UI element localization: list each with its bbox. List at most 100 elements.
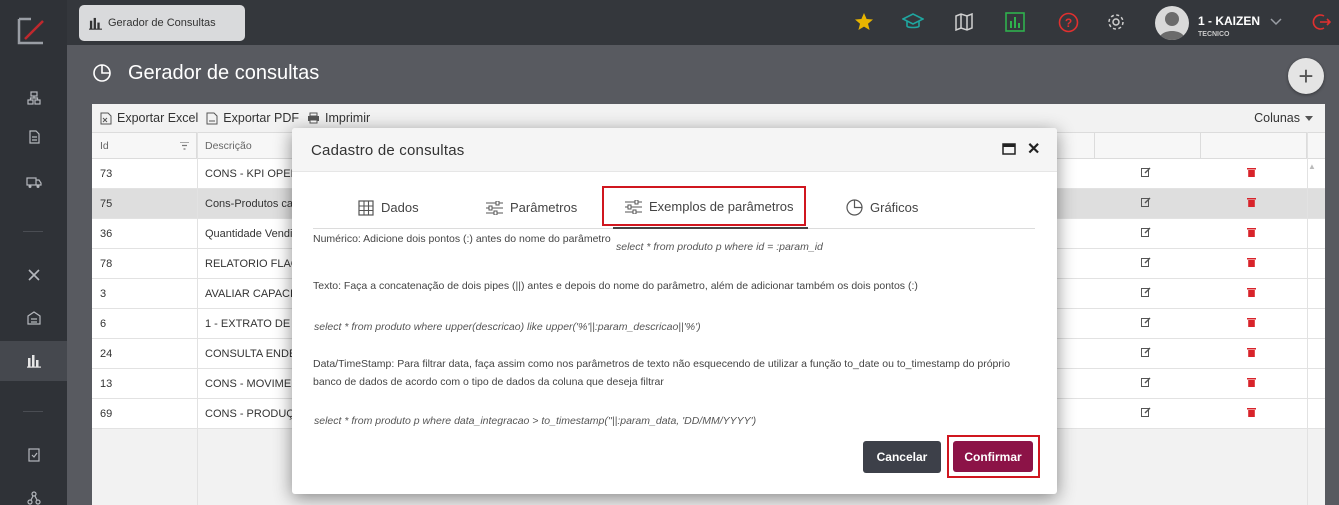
- tab-dados[interactable]: Dados: [358, 186, 419, 229]
- cell-id: 73: [100, 168, 113, 180]
- column-header-id[interactable]: Id: [92, 133, 197, 159]
- sidebar: [0, 0, 67, 505]
- bar-chart-icon: [26, 355, 41, 368]
- top-bar: Gerador de Consultas ? 1 - KAIZEN TECNIC…: [67, 0, 1339, 45]
- logo-icon[interactable]: [15, 15, 47, 47]
- print-button[interactable]: Imprimir: [307, 111, 370, 125]
- confirm-button[interactable]: Confirmar: [953, 441, 1033, 472]
- edit-icon[interactable]: [1141, 257, 1151, 270]
- cell-descricao: CONS - MOVIMENTAÇÃO: [205, 378, 293, 390]
- maximize-icon[interactable]: [1002, 143, 1016, 155]
- sidebar-item-forms[interactable]: [0, 435, 67, 475]
- column-header-label: Id: [100, 140, 109, 152]
- edit-icon[interactable]: [1141, 167, 1151, 180]
- export-pdf-label: Exportar PDF: [223, 111, 299, 125]
- cell-id: 78: [100, 258, 113, 270]
- cell-descricao: AVALIAR CAPACIDADE: [205, 288, 293, 300]
- tab-label: Gerador de Consultas: [108, 17, 216, 29]
- active-tab-highlight: [602, 186, 806, 226]
- column-header-label: Descrição: [205, 140, 252, 152]
- columns-dropdown[interactable]: Colunas: [1254, 111, 1313, 125]
- pdf-icon: [206, 112, 218, 124]
- warehouse-icon: [26, 311, 41, 325]
- trash-icon[interactable]: [1247, 227, 1256, 240]
- caret-down-icon: [1305, 115, 1313, 121]
- cancel-button[interactable]: Cancelar: [863, 441, 941, 473]
- report-icon[interactable]: [1004, 11, 1026, 33]
- tab-parametros[interactable]: Parâmetros: [486, 186, 577, 229]
- edit-icon[interactable]: [1141, 227, 1151, 240]
- export-excel-label: Exportar Excel: [117, 111, 199, 125]
- cell-id: 6: [100, 318, 107, 330]
- cell-id: 75: [100, 198, 113, 210]
- edit-icon[interactable]: [1141, 287, 1151, 300]
- chevron-down-icon[interactable]: [1265, 11, 1287, 33]
- trash-icon[interactable]: [1247, 377, 1256, 390]
- tools-icon: [27, 269, 40, 281]
- cadastro-de-consultas-modal: Cadastro de consultas ✕ Dados Parâmetros…: [292, 128, 1057, 494]
- cell-descricao: Cons-Produtos cadastrados: [205, 198, 293, 210]
- sliders-icon: [486, 200, 503, 215]
- network-icon: [26, 491, 41, 505]
- column-header-edit: [1095, 133, 1201, 159]
- star-icon[interactable]: [853, 11, 875, 33]
- add-button[interactable]: +: [1288, 58, 1324, 94]
- modal-title: Cadastro de consultas: [311, 142, 465, 159]
- modal-header: Cadastro de consultas ✕: [292, 128, 1057, 172]
- column-divider: [1307, 132, 1308, 505]
- trash-icon[interactable]: [1247, 407, 1256, 420]
- export-excel-button[interactable]: Exportar Excel: [100, 111, 198, 125]
- trash-icon[interactable]: [1247, 257, 1256, 270]
- bar-chart-icon: [89, 17, 102, 30]
- numeric-example-code: select * from produto p where id = :para…: [616, 241, 823, 253]
- sidebar-item-logistics[interactable]: [0, 162, 67, 202]
- cell-id: 13: [100, 378, 113, 390]
- trash-icon[interactable]: [1247, 197, 1256, 210]
- trash-icon[interactable]: [1247, 287, 1256, 300]
- map-icon[interactable]: [953, 11, 975, 33]
- tab-graficos[interactable]: Gráficos: [846, 186, 918, 229]
- trash-icon[interactable]: [1247, 317, 1256, 330]
- document-icon: [28, 130, 40, 144]
- cell-descricao: CONSULTA ENDEREÇOS: [205, 348, 293, 360]
- form-icon: [27, 448, 40, 462]
- sidebar-item-tools[interactable]: [0, 255, 67, 295]
- page-title: Gerador de consultas: [128, 62, 320, 84]
- text-example-text: Texto: Faça a concatenação de dois pipes…: [313, 280, 918, 292]
- sidebar-item-structure[interactable]: [0, 78, 67, 118]
- edit-icon[interactable]: [1141, 197, 1151, 210]
- close-icon[interactable]: ✕: [1027, 139, 1040, 159]
- edit-icon[interactable]: [1141, 407, 1151, 420]
- graduation-cap-icon[interactable]: [902, 11, 924, 33]
- cell-descricao: 1 - EXTRATO DE ESTOQUE: [205, 318, 293, 330]
- printer-icon: [308, 112, 319, 124]
- excel-icon: [100, 112, 112, 124]
- filter-icon[interactable]: [180, 142, 189, 150]
- date-example-text: Data/TimeStamp: Para filtrar data, faça …: [313, 358, 1011, 388]
- hierarchy-icon: [26, 91, 41, 105]
- sidebar-item-warehouse[interactable]: [0, 298, 67, 338]
- user-name[interactable]: 1 - KAIZEN: [1198, 14, 1260, 28]
- svg-text:?: ?: [1064, 16, 1071, 30]
- avatar[interactable]: [1155, 6, 1189, 40]
- edit-icon[interactable]: [1141, 317, 1151, 330]
- cell-descricao: Quantidade Vendida: [205, 228, 293, 240]
- cell-descricao: RELATORIO FLAGS: [205, 258, 293, 270]
- logout-icon[interactable]: [1310, 11, 1332, 33]
- trash-icon[interactable]: [1247, 167, 1256, 180]
- scroll-up-icon[interactable]: ▲: [1308, 162, 1316, 171]
- help-icon[interactable]: ?: [1057, 11, 1079, 33]
- sidebar-item-reports[interactable]: [0, 341, 67, 381]
- gear-icon[interactable]: [1105, 11, 1127, 33]
- export-pdf-button[interactable]: Exportar PDF: [206, 111, 299, 125]
- truck-icon: [25, 177, 42, 188]
- sidebar-item-network[interactable]: [0, 478, 67, 505]
- edit-icon[interactable]: [1141, 377, 1151, 390]
- cell-id: 36: [100, 228, 113, 240]
- tab-gerador-de-consultas[interactable]: Gerador de Consultas: [79, 5, 245, 41]
- edit-icon[interactable]: [1141, 347, 1151, 360]
- sidebar-item-documents[interactable]: [0, 117, 67, 157]
- trash-icon[interactable]: [1247, 347, 1256, 360]
- tab-label: Gráficos: [870, 200, 919, 215]
- column-divider: [197, 132, 198, 505]
